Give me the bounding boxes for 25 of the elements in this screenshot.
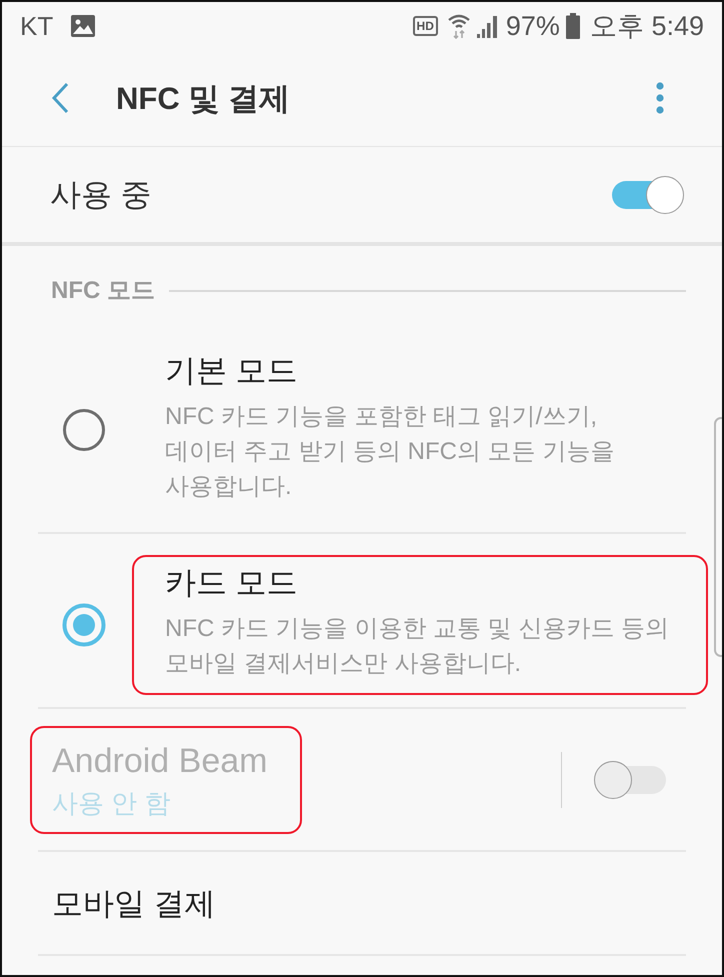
hd-badge: HD [412,16,438,36]
beam-status: 사용 안 함 [52,786,172,820]
mode-option[interactable]: 기본 모드 NFC 카드 기능을 포함한 태그 읽기/쓰기, 데이터 주고 받기 등의 NFC의 모든 기능을 사용합니다. [132,342,708,518]
beam-title: Android Beam [52,740,268,782]
back-icon [51,82,69,114]
radio-button[interactable] [62,408,106,452]
more-icon [656,82,664,114]
mode-description: NFC 카드 기능을 포함한 태그 읽기/쓰기, 데이터 주고 받기 등의 NFC의 모든 기능을 사용합니다. [165,402,616,502]
switch-label: 사용 중 [50,179,152,210]
wifi-icon [448,13,470,39]
signal-icon [476,14,500,38]
battery-percent: 97% [506,12,560,40]
carrier-name: KT [20,13,54,39]
highlight-frame[interactable]: 카드 모드 NFC 카드 기능을 이용한 교통 및 신용카드 등의 모바일 결제서비스만 사용합니다. [132,554,708,694]
radio-button[interactable] [62,602,106,646]
image-icon [71,15,96,37]
section-header: NFC 모드 [51,279,155,303]
mode-title: 카드 모드 [165,564,299,602]
screen-title: NFC 및 결제 [116,82,290,114]
clock-time: 오후 5:49 [590,12,704,40]
mode-description: NFC 카드 기능을 이용한 교통 및 신용카드 등의 모바일 결제서비스만 사용합니다. [165,614,670,678]
battery-icon [566,13,580,39]
master-toggle-switch[interactable] [610,176,684,214]
mode-title: 기본 모드 [165,352,299,390]
menu-item[interactable]: 모바일 결제 [52,888,216,918]
